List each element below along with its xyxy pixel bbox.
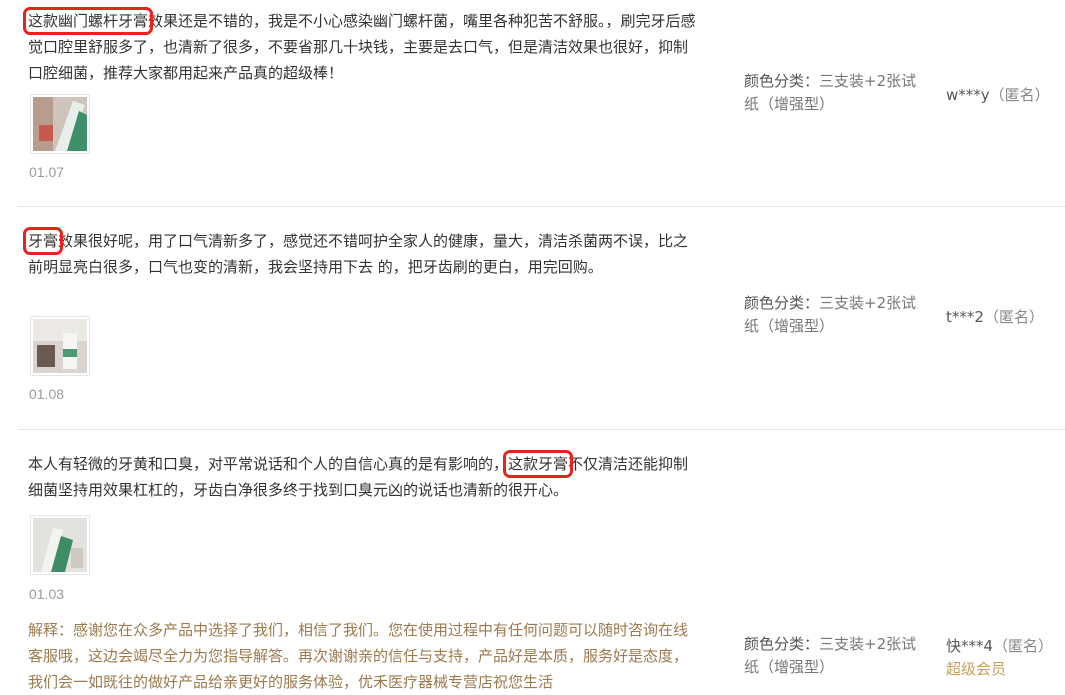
seller-reply: 解释：感谢您在众多产品中选择了我们，相信了我们。您在使用过程中有任何问题可以随时… <box>28 621 689 691</box>
anonymous-tag: （匿名） <box>989 86 1050 104</box>
review-content: 本人有轻微的牙黄和口臭，对平常说话和个人的自信心真的是有影响的，这款牙膏不仅清洁… <box>28 450 698 503</box>
highlighted-keyword: 牙膏 <box>22 227 64 255</box>
review-text-before: 本人有轻微的牙黄和口臭，对平常说话和个人的自信心真的是有影响的， <box>28 455 509 473</box>
member-badge: 超级会员 <box>946 660 1007 678</box>
review-item: 牙膏效果很好呢，用了口气清新多了，感觉还不错呵护全家人的健康，量大，清洁杀菌两不… <box>18 206 1065 430</box>
photo-image <box>33 518 87 572</box>
review-photo-thumbnail[interactable] <box>30 316 90 376</box>
sku-info: 颜色分类：三支装+2张试纸（增强型） <box>744 292 929 338</box>
anonymous-tag: （匿名） <box>983 308 1044 326</box>
sku-label: 颜色分类： <box>744 635 820 653</box>
review-content: 牙膏效果很好呢，用了口气清新多了，感觉还不错呵护全家人的健康，量大，清洁杀菌两不… <box>22 227 698 280</box>
sku-info: 颜色分类：三支装+2张试纸（增强型） <box>744 70 929 116</box>
anonymous-tag: （匿名） <box>993 637 1054 655</box>
sku-label: 颜色分类： <box>744 72 820 90</box>
reviewer-name: t***2 <box>946 308 984 326</box>
review-list: 这款幽门螺杆牙膏效果还是不错的，我是不小心感染幽门螺杆菌，嘴里各种犯苦不舒服。，… <box>0 0 1065 695</box>
reviewer-info: t***2（匿名） <box>946 306 1064 329</box>
sku-info: 颜色分类：三支装+2张试纸（增强型） <box>744 633 929 679</box>
photo-image <box>33 97 87 151</box>
highlighted-keyword: 这款牙膏 <box>503 450 574 478</box>
reviewer-info: 快***4（匿名） 超级会员 <box>946 635 1064 681</box>
photo-image <box>33 319 87 373</box>
review-photo-thumbnail[interactable] <box>30 515 90 575</box>
review-photo-thumbnail[interactable] <box>30 94 90 154</box>
review-date: 01.07 <box>29 164 65 180</box>
sku-label: 颜色分类： <box>744 294 820 312</box>
review-content: 这款幽门螺杆牙膏效果还是不错的，我是不小心感染幽门螺杆菌，嘴里各种犯苦不舒服。，… <box>22 7 698 86</box>
review-date: 01.08 <box>29 386 65 402</box>
review-item: 本人有轻微的牙黄和口臭，对平常说话和个人的自信心真的是有影响的，这款牙膏不仅清洁… <box>18 429 1065 695</box>
reviewer-name: 快***4 <box>946 637 994 655</box>
review-date: 01.03 <box>29 586 65 602</box>
review-text: 效果很好呢，用了口气清新多了，感觉还不错呵护全家人的健康，量大，清洁杀菌两不误，… <box>28 232 689 276</box>
reviewer-info: w***y（匿名） <box>946 84 1064 107</box>
review-item: 这款幽门螺杆牙膏效果还是不错的，我是不小心感染幽门螺杆菌，嘴里各种犯苦不舒服。，… <box>18 0 1065 207</box>
highlighted-keyword: 这款幽门螺杆牙膏 <box>22 7 154 35</box>
reviewer-name: w***y <box>946 86 990 104</box>
